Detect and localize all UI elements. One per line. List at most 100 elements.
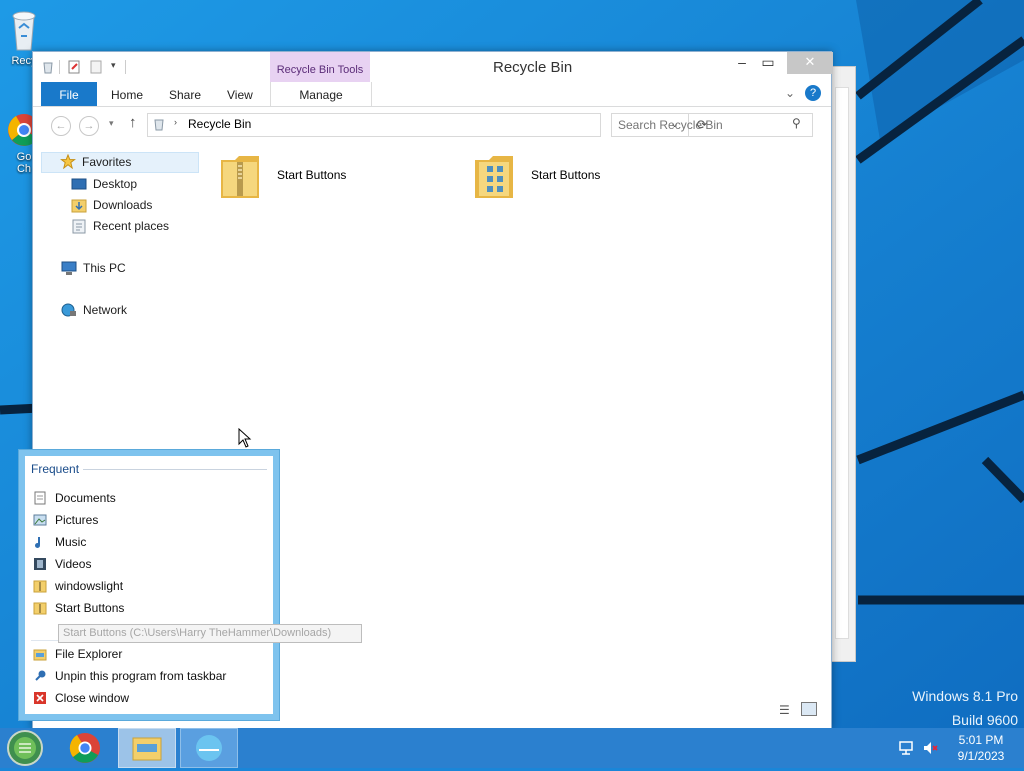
tab-manage[interactable]: Manage — [270, 82, 372, 106]
folder-icon — [33, 580, 47, 593]
start-orb-icon — [7, 730, 43, 766]
recycle-bin-small-icon — [154, 119, 164, 131]
nav-label: Downloads — [93, 198, 153, 212]
documents-icon — [34, 491, 46, 505]
recycle-bin-icon — [12, 11, 36, 51]
file-name: Start Buttons — [531, 168, 601, 182]
jump-item-start-buttons[interactable]: Start Buttons — [33, 598, 265, 618]
taskbar-app-button[interactable] — [180, 728, 238, 768]
address-bar-row: ← → ▾ ↑ › Recycle Bin ⌄ ⟳ ⚲ — [33, 108, 831, 140]
zip-folder-icon — [221, 156, 259, 198]
forward-button[interactable]: → — [79, 116, 99, 136]
tab-share[interactable]: Share — [169, 82, 201, 106]
jump-item-pictures[interactable]: Pictures — [33, 510, 265, 530]
qat-customize-icon[interactable]: ▾ — [111, 60, 116, 71]
music-icon — [35, 537, 40, 548]
jump-item-label: Documents — [55, 491, 116, 505]
nav-label: Recent places — [93, 219, 170, 233]
tooltip: Start Buttons (C:\Users\Harry TheHammer\… — [58, 624, 362, 643]
jump-item-label: windowslight — [55, 579, 124, 593]
back-button[interactable]: ← — [51, 116, 71, 136]
jump-task-unpin[interactable]: Unpin this program from taskbar — [33, 666, 265, 686]
recent-locations-icon[interactable]: ▾ — [109, 118, 114, 129]
jump-list: Frequent Documents Pictures Music Videos… — [18, 449, 280, 721]
details-view-icon[interactable]: ☰ — [779, 703, 790, 717]
taskbar-chrome-button[interactable] — [62, 728, 108, 768]
jump-item-videos[interactable]: Videos — [33, 554, 265, 574]
qat-divider — [125, 60, 126, 74]
background-window-pane — [835, 87, 849, 639]
jump-item-label: Videos — [55, 557, 92, 571]
tab-file[interactable]: File — [41, 82, 97, 106]
search-box[interactable]: ⚲ — [611, 113, 813, 137]
folder-icon — [33, 602, 47, 615]
watermark-edition: Windows 8.1 Pro — [912, 688, 1018, 704]
up-button[interactable]: ↑ — [129, 114, 137, 131]
star-icon — [60, 154, 76, 169]
file-item-folder[interactable]: Start Buttons — [473, 152, 713, 206]
desktop-icon — [71, 178, 87, 190]
jump-task-close-window[interactable]: Close window — [33, 688, 265, 708]
title-bar[interactable]: ▾ Recycle Bin Tools Recycle Bin – ▭ ✕ — [33, 52, 833, 82]
nav-item-favorites[interactable]: Favorites — [41, 152, 199, 173]
qat-divider — [59, 60, 60, 74]
mouse-cursor-icon — [238, 428, 252, 448]
jump-item-label: Start Buttons — [55, 601, 125, 615]
tab-home[interactable]: Home — [111, 82, 143, 106]
network-tray-icon[interactable] — [898, 740, 914, 756]
file-explorer-icon — [33, 649, 47, 661]
jump-item-music[interactable]: Music — [33, 532, 265, 552]
expand-ribbon-icon[interactable]: ⌄ — [785, 86, 795, 100]
nav-label: This PC — [83, 261, 126, 275]
chrome-icon — [69, 733, 100, 763]
nav-label: Desktop — [93, 177, 138, 191]
file-name: Start Buttons — [277, 168, 347, 182]
nav-label: Favorites — [82, 155, 132, 169]
recycle-bin-small-icon — [43, 62, 53, 74]
jump-item-label: Music — [55, 535, 87, 549]
close-window-icon — [34, 692, 46, 704]
jump-item-windowslight[interactable]: windowslight — [33, 576, 265, 596]
large-icons-view-icon[interactable] — [801, 702, 817, 716]
jump-list-header: Frequent — [31, 462, 80, 476]
recent-places-icon — [72, 219, 86, 234]
pictures-icon — [33, 514, 47, 526]
file-list[interactable]: Start Buttons Start Buttons — [213, 148, 823, 668]
search-icon[interactable]: ⚲ — [792, 116, 801, 130]
breadcrumb-location[interactable]: Recycle Bin — [188, 117, 251, 131]
jump-item-label: Pictures — [55, 513, 99, 527]
nav-label: Network — [83, 303, 128, 317]
clock-time: 5:01 PM — [958, 733, 1004, 747]
breadcrumb-arrow-icon[interactable]: › — [174, 117, 177, 127]
start-button[interactable] — [4, 728, 46, 768]
recycle-bin-tools-tab[interactable]: Recycle Bin Tools — [270, 52, 370, 82]
computer-icon — [61, 261, 77, 275]
jump-list-rule — [83, 469, 267, 470]
ribbon-tabs: File Home Share View Manage ⌄ ? — [33, 82, 831, 107]
clock-date: 9/1/2023 — [957, 749, 1005, 763]
network-icon — [61, 303, 76, 317]
unpin-icon — [35, 670, 46, 681]
jump-list-panel: Frequent Documents Pictures Music Videos… — [25, 456, 273, 714]
help-icon[interactable]: ? — [805, 85, 821, 101]
address-box[interactable]: › Recycle Bin ⌄ ⟳ — [147, 113, 707, 137]
minimize-button[interactable]: – — [731, 52, 753, 74]
taskbar-file-explorer-button[interactable] — [118, 728, 176, 768]
file-explorer-icon — [132, 737, 162, 761]
close-button[interactable]: ✕ — [787, 52, 833, 74]
maximize-button[interactable]: ▭ — [757, 52, 779, 74]
file-item-zip[interactable]: Start Buttons — [219, 152, 459, 206]
tab-view[interactable]: View — [227, 82, 253, 106]
jump-item-documents[interactable]: Documents — [33, 488, 265, 508]
search-input[interactable] — [618, 117, 778, 133]
volume-muted-icon[interactable] — [922, 740, 938, 756]
jump-task-label: File Explorer — [55, 647, 123, 661]
properties-icon[interactable] — [67, 60, 81, 74]
taskbar-clock[interactable]: 5:01 PM 9/1/2023 — [946, 732, 1016, 764]
windows-watermark: Windows 8.1 Pro Build 9600 — [912, 684, 1018, 732]
jump-task-file-explorer[interactable]: File Explorer — [33, 644, 265, 664]
window-title: Recycle Bin — [493, 59, 573, 76]
downloads-folder-icon — [71, 199, 87, 213]
app-orb-icon — [196, 735, 222, 761]
new-folder-icon[interactable] — [89, 60, 103, 74]
